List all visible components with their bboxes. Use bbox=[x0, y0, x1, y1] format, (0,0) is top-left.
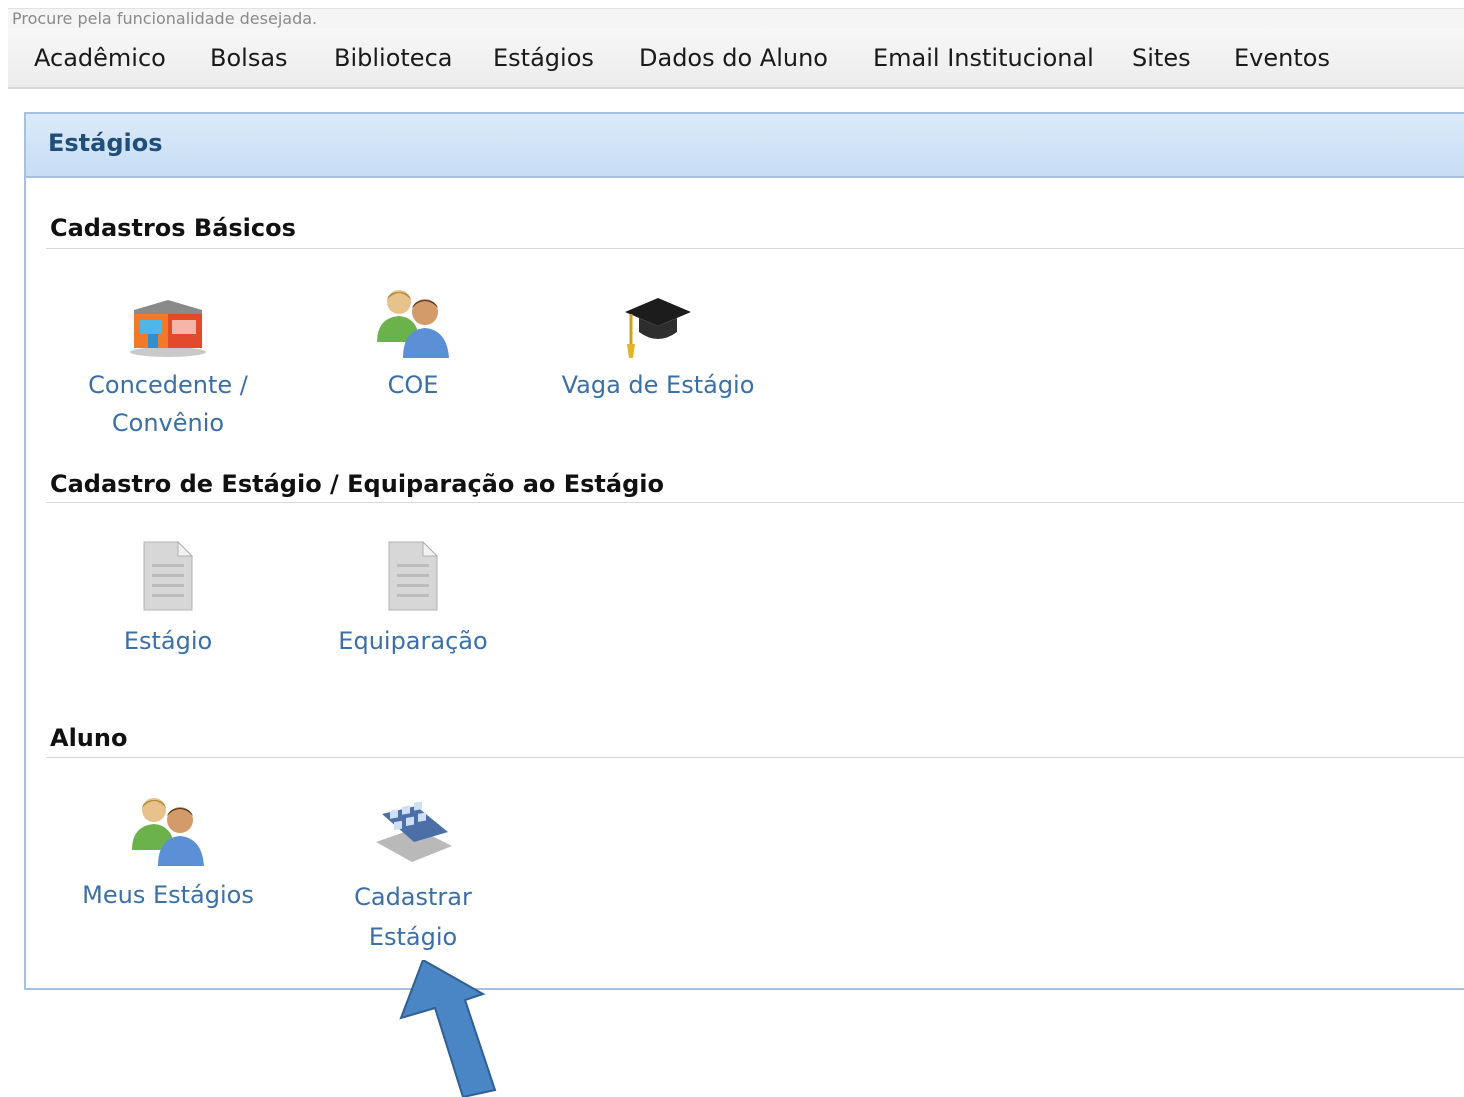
tile-label: COE bbox=[387, 371, 439, 399]
section-title-cadastro-de-estagio: Cadastro de Estágio / Equiparação ao Est… bbox=[50, 470, 664, 498]
tile-coe[interactable]: COE bbox=[293, 284, 533, 404]
tile-meus-estagios[interactable]: Meus Estágios bbox=[48, 792, 288, 922]
tile-label: Convênio bbox=[111, 409, 225, 437]
tile-label: Estágio bbox=[123, 627, 213, 655]
search-bar[interactable]: Procure pela funcionalidade desejada. bbox=[8, 8, 1464, 29]
top-menu-bar: Acadêmico Bolsas Biblioteca Estágios Dad… bbox=[8, 28, 1464, 89]
tile-label: Concedente / bbox=[88, 371, 248, 399]
section-divider bbox=[46, 248, 1464, 249]
section-divider bbox=[46, 502, 1464, 503]
menu-item-bolsas[interactable]: Bolsas bbox=[210, 42, 288, 74]
search-placeholder: Procure pela funcionalidade desejada. bbox=[12, 9, 318, 28]
menu-item-estagios[interactable]: Estágios bbox=[493, 42, 594, 74]
pointer-arrow-icon bbox=[399, 960, 497, 1097]
tile-cadastrar-estagio[interactable]: Cadastrar Estágio bbox=[293, 792, 533, 962]
tile-label: Equiparação bbox=[338, 627, 488, 655]
menu-item-eventos[interactable]: Eventos bbox=[1234, 42, 1330, 74]
tile-label: Cadastrar bbox=[354, 883, 472, 911]
section-title-cadastros-basicos: Cadastros Básicos bbox=[50, 214, 296, 242]
menu-item-academico[interactable]: Acadêmico bbox=[34, 42, 166, 74]
tile-estagio[interactable]: Estágio bbox=[48, 534, 288, 664]
panel-title: Estágios bbox=[48, 129, 163, 157]
estagios-panel: Estágios Cadastros Básicos Concedente / … bbox=[24, 112, 1464, 990]
document-icon bbox=[138, 540, 198, 616]
tile-label: Vaga de Estágio bbox=[561, 371, 755, 399]
document-icon bbox=[383, 540, 443, 616]
tile-label: Meus Estágios bbox=[82, 881, 254, 909]
tile-label: Estágio bbox=[368, 923, 458, 951]
calendar-board-icon bbox=[372, 801, 454, 870]
menu-item-sites[interactable]: Sites bbox=[1132, 42, 1191, 74]
graduation-cap-icon bbox=[621, 290, 695, 364]
menu-item-email-institucional[interactable]: Email Institucional bbox=[873, 42, 1094, 74]
tile-concedente-convenio[interactable]: Concedente / Convênio bbox=[48, 284, 288, 444]
section-divider bbox=[46, 757, 1464, 758]
section-title-aluno: Aluno bbox=[50, 724, 128, 752]
building-icon bbox=[128, 292, 208, 362]
menu-item-dados-do-aluno[interactable]: Dados do Aluno bbox=[639, 42, 828, 74]
tile-equiparacao[interactable]: Equiparação bbox=[293, 534, 533, 664]
menu-item-biblioteca[interactable]: Biblioteca bbox=[334, 42, 452, 74]
users-icon bbox=[373, 286, 453, 364]
users-icon bbox=[128, 794, 208, 872]
tile-vaga-de-estagio[interactable]: Vaga de Estágio bbox=[538, 284, 778, 404]
panel-header: Estágios bbox=[26, 114, 1464, 178]
